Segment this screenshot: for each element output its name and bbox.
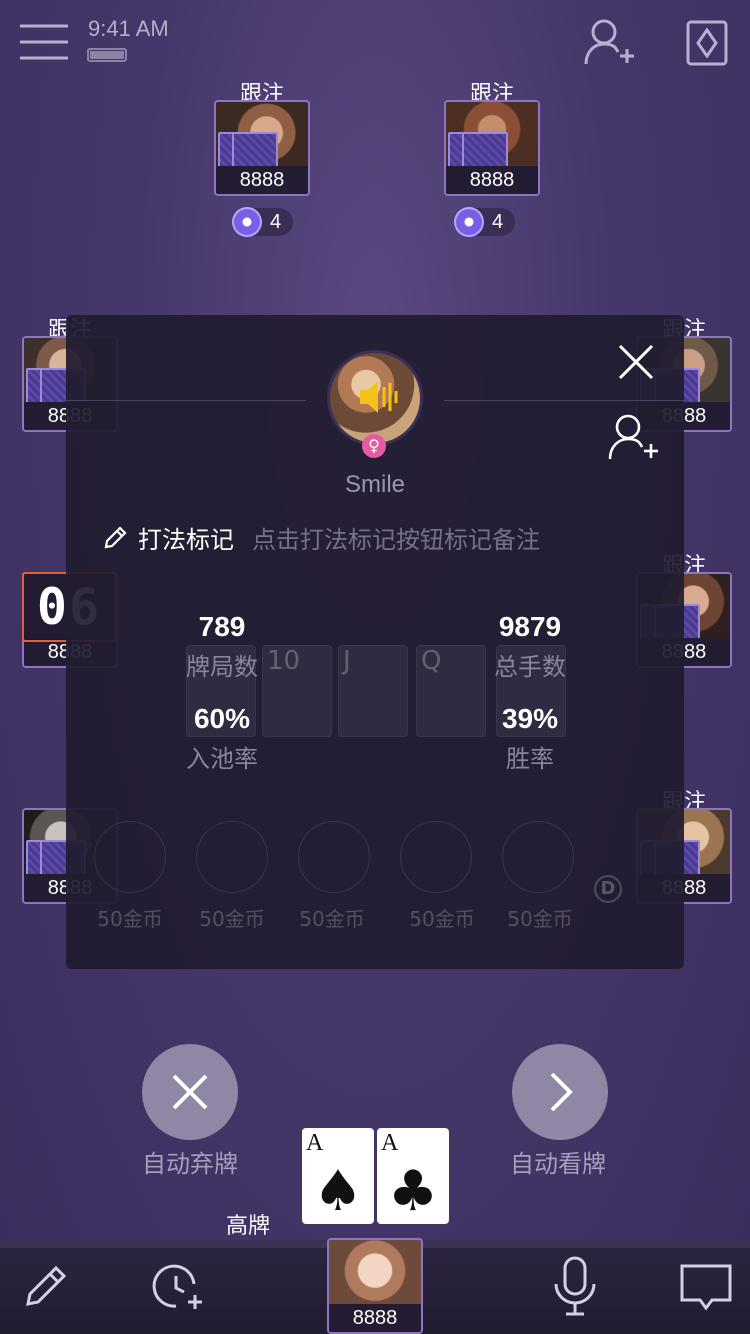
history-button[interactable]	[150, 1262, 206, 1314]
auto-fold-button[interactable]	[142, 1044, 238, 1140]
board-card-rank: J	[343, 646, 351, 676]
add-friend-icon	[608, 414, 658, 460]
close-button[interactable]	[614, 340, 658, 384]
card-type-button[interactable]	[686, 20, 728, 66]
bet-amount: 4	[270, 210, 282, 233]
stat-label: 总手数	[494, 653, 566, 681]
history-icon	[152, 1264, 202, 1309]
seat-bet: 4	[232, 207, 294, 237]
my-hole-card: A ♠	[302, 1128, 374, 1224]
female-icon: ♀	[362, 434, 386, 458]
fee-slot	[196, 821, 268, 893]
stat-value: 789	[198, 611, 246, 642]
speaker-icon	[358, 377, 400, 417]
dealer-button: D	[594, 875, 622, 903]
seat-chips: 8888	[216, 166, 308, 194]
stat-win-rate: 39% 胜率	[470, 703, 590, 774]
divider	[66, 400, 306, 401]
fee-label: 50金币	[507, 907, 573, 931]
board-card-rank: Q	[421, 646, 442, 676]
status-time: 9:41 AM	[88, 16, 169, 41]
seat-bet: 4	[454, 207, 516, 237]
stat-total-hands: 9879 总手数	[470, 611, 590, 682]
add-friend-button[interactable]	[582, 16, 636, 68]
my-hole-card: A ♣	[377, 1128, 449, 1224]
my-avatar	[329, 1240, 421, 1308]
add-friend-icon	[584, 19, 634, 65]
chat-icon	[680, 1264, 732, 1311]
auto-check-label: 自动看牌	[510, 1150, 606, 1178]
voice-button[interactable]	[552, 1256, 598, 1318]
fee-slot	[400, 821, 472, 893]
seat-chips: 8888	[446, 166, 538, 194]
note-button[interactable]	[20, 1260, 72, 1312]
pencil-icon	[26, 1265, 67, 1306]
pencil-icon	[104, 525, 127, 548]
hole-cards-back	[448, 132, 508, 172]
note-label[interactable]: 打法标记	[138, 520, 234, 555]
divider	[444, 400, 684, 401]
spade-icon: ♠	[312, 1159, 364, 1224]
my-seat[interactable]: 8888	[327, 1238, 423, 1334]
chat-button[interactable]	[680, 1264, 732, 1312]
fee-label: 50金币	[299, 907, 365, 931]
close-icon	[618, 344, 654, 380]
seat-top-left[interactable]: 8888	[214, 100, 310, 196]
card-rank: A	[381, 1130, 399, 1156]
fee-slot	[502, 821, 574, 893]
note-hint: 点击打法标记按钮标记备注	[252, 526, 540, 554]
stat-hands-played: 789 牌局数	[162, 611, 282, 682]
fee-label: 50金币	[409, 907, 475, 931]
hand-rank-label: 高牌	[226, 1214, 271, 1239]
auto-fold-label: 自动弃牌	[142, 1150, 238, 1178]
add-friend-button[interactable]	[606, 411, 662, 463]
fee-label: 50金币	[199, 907, 265, 931]
auto-check-button[interactable]	[512, 1044, 608, 1140]
close-icon	[172, 1074, 208, 1110]
battery-icon	[87, 48, 127, 62]
my-chips: 8888	[329, 1304, 421, 1332]
stat-value: 9879	[498, 611, 562, 642]
stat-label: 胜率	[506, 745, 554, 773]
hole-cards-back	[218, 132, 278, 172]
dealer-label: D	[600, 878, 616, 899]
menu-icon	[20, 24, 68, 60]
bet-amount: 4	[492, 210, 504, 233]
seat-top-right[interactable]: 8888	[444, 100, 540, 196]
stat-label: 入池率	[186, 745, 258, 773]
stat-value: 39%	[501, 703, 559, 734]
microphone-icon	[554, 1256, 596, 1316]
stat-value: 60%	[193, 703, 251, 734]
fee-slot	[298, 821, 370, 893]
fee-label: 50金币	[97, 907, 163, 931]
menu-button[interactable]	[18, 22, 70, 62]
fee-slot	[94, 821, 166, 893]
card-suit-icon	[686, 20, 728, 66]
stat-vpip: 60% 入池率	[162, 703, 282, 774]
card-rank: A	[306, 1130, 324, 1156]
club-icon: ♣	[387, 1159, 439, 1224]
player-name: Smile	[344, 471, 405, 498]
chip-icon	[454, 207, 484, 237]
chip-icon	[232, 207, 262, 237]
stat-label: 牌局数	[186, 653, 258, 681]
player-info-modal: 10 J Q 50金币 50金币 50金币 50金币 50金币 D ♀ Smil…	[66, 315, 684, 969]
chevron-right-icon	[550, 1072, 573, 1112]
board-card-ghost: J	[338, 645, 408, 737]
note-row[interactable]: 打法标记 点击打法标记按钮标记备注	[102, 520, 540, 555]
